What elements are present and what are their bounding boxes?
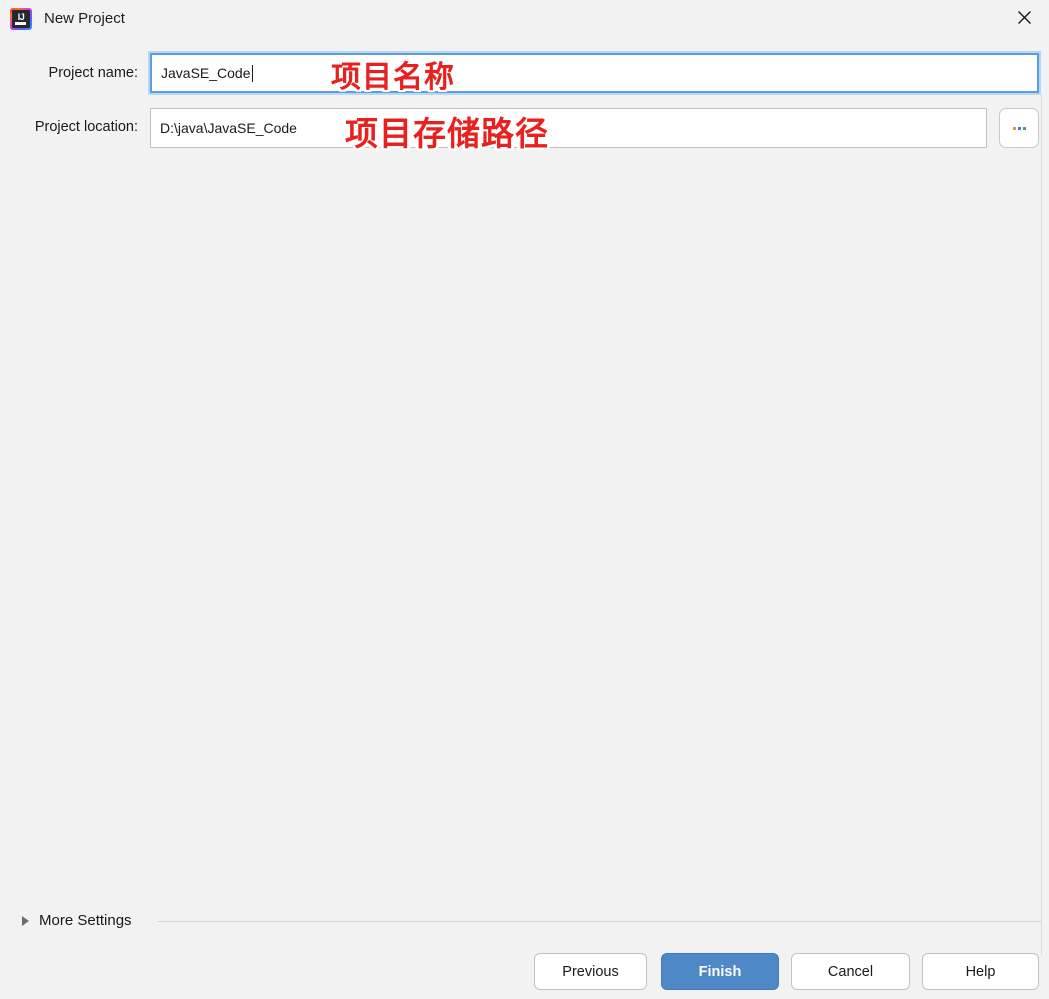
finish-button[interactable]: Finish — [661, 953, 779, 990]
help-button[interactable]: Help — [922, 953, 1039, 990]
cancel-button[interactable]: Cancel — [791, 953, 910, 990]
previous-button[interactable]: Previous — [534, 953, 647, 990]
section-separator — [158, 921, 1041, 922]
browse-location-button[interactable] — [999, 108, 1039, 148]
chevron-right-icon — [22, 916, 29, 926]
ellipsis-icon — [1012, 126, 1016, 130]
more-settings-section: More Settings — [0, 908, 1049, 934]
title-bar: IJ New Project — [0, 0, 1049, 38]
dialog-button-bar: Previous Finish Cancel Help — [0, 953, 1049, 999]
intellij-idea-icon: IJ — [10, 8, 32, 30]
project-name-label: Project name: — [48, 65, 138, 81]
project-name-input[interactable]: JavaSE_Code — [150, 53, 1039, 93]
more-settings-label: More Settings — [39, 912, 132, 929]
text-caret — [251, 64, 253, 82]
panel-divider — [1041, 95, 1042, 955]
project-location-input[interactable]: D:\java\JavaSE_Code — [150, 108, 987, 148]
more-settings-toggle[interactable]: More Settings — [22, 908, 132, 934]
project-name-value: JavaSE_Code — [161, 65, 251, 81]
close-icon[interactable] — [1001, 0, 1047, 34]
project-location-label: Project location: — [34, 119, 138, 135]
window-title: New Project — [44, 10, 125, 27]
project-location-value: D:\java\JavaSE_Code — [160, 120, 297, 136]
